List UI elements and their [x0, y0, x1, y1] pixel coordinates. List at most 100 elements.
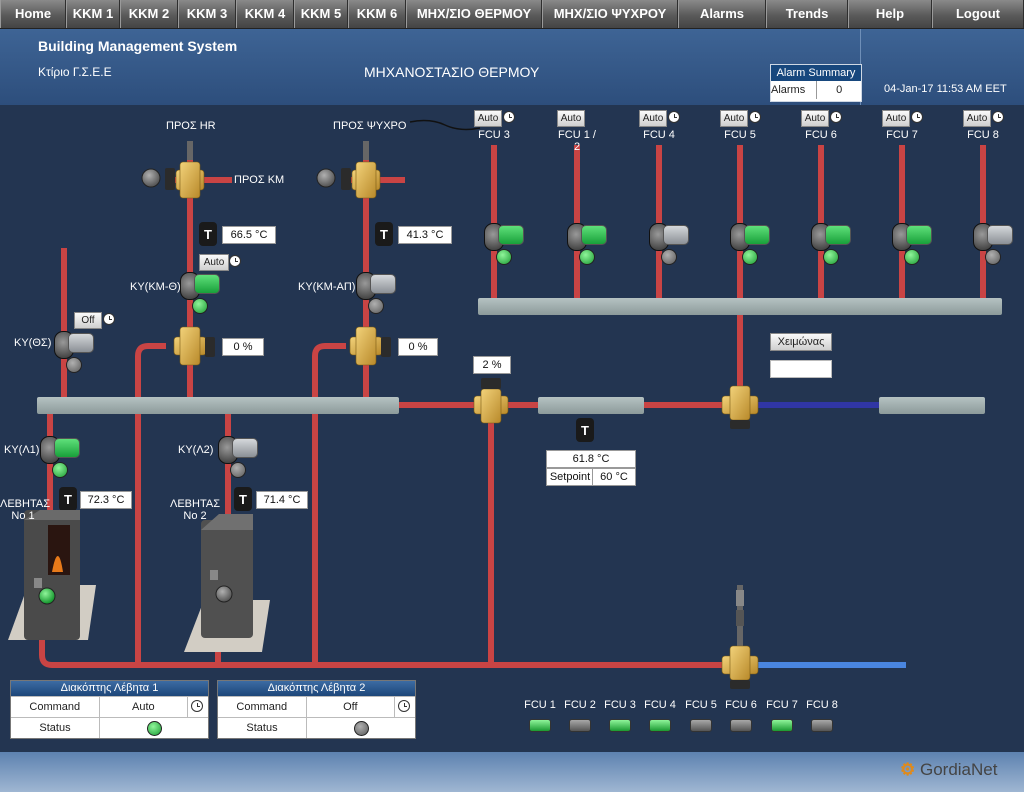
fcu-mode[interactable]: Auto: [963, 110, 991, 127]
svg-text:T: T: [380, 227, 388, 242]
svg-text:T: T: [204, 227, 212, 242]
fcu-status-label: FCU 4: [644, 699, 676, 711]
ky-ths-mode[interactable]: Off: [74, 312, 102, 329]
hydraulic-schematic: T T T T T: [8, 119, 1002, 689]
pump-icon[interactable]: [180, 272, 228, 320]
fcu-label: FCU 5: [724, 129, 756, 141]
command-label: Command: [11, 697, 100, 717]
nav-kkm4[interactable]: KKM 4: [236, 0, 294, 28]
label-ky-l2: ΚΥ(Λ2): [178, 444, 214, 456]
schedule-icon[interactable]: [749, 111, 761, 123]
fcu-label: FCU 3: [478, 129, 510, 141]
alarms-label: Alarms: [771, 81, 818, 99]
label-ky-ths: ΚΥ(ΘΣ): [14, 337, 52, 349]
season-blank-field[interactable]: [770, 360, 832, 378]
boiler2-command[interactable]: Off: [307, 697, 396, 717]
schedule-icon[interactable]: [103, 313, 115, 325]
nav-trends[interactable]: Trends: [766, 0, 848, 28]
pump-icon[interactable]: [356, 272, 404, 320]
status-led-off: [730, 719, 752, 732]
pump-icon[interactable]: [54, 331, 102, 379]
fcu-label: FCU 6: [805, 129, 837, 141]
pump-icon[interactable]: [218, 436, 266, 484]
fcu-status-label: FCU 5: [685, 699, 717, 711]
label-boiler2: ΛΕΒΗΤΑΣ No 2: [169, 498, 220, 522]
svg-text:T: T: [239, 492, 247, 507]
nav-alarms[interactable]: Alarms: [678, 0, 766, 28]
pump-icon[interactable]: [649, 223, 697, 271]
pump-icon[interactable]: [40, 436, 88, 484]
nav-kkm6[interactable]: KKM 6: [348, 0, 406, 28]
nav-kkm3[interactable]: KKM 3: [178, 0, 236, 28]
pump-icon[interactable]: [730, 223, 778, 271]
nav-kkm1[interactable]: KKM 1: [66, 0, 120, 28]
nav-logout[interactable]: Logout: [932, 0, 1024, 28]
alarm-summary[interactable]: Alarm Summary Alarms 0: [770, 64, 862, 102]
schedule-icon[interactable]: [911, 111, 923, 123]
fcu-mode[interactable]: Auto: [882, 110, 910, 127]
pump-icon[interactable]: [484, 223, 532, 271]
schedule-icon[interactable]: [992, 111, 1004, 123]
psyxro-temp-value: 41.3 °C: [398, 226, 452, 244]
app-title: Building Management System: [38, 38, 238, 54]
schedule-icon[interactable]: [229, 255, 241, 267]
boiler1-temp-value: 72.3 °C: [80, 491, 132, 509]
fcu-status-label: FCU 6: [725, 699, 757, 711]
status-led-on: [609, 719, 631, 732]
pump-icon[interactable]: [567, 223, 615, 271]
nav-help[interactable]: Help: [848, 0, 932, 28]
fcu-status-label: FCU 8: [806, 699, 838, 711]
fcu-status-label: FCU 7: [766, 699, 798, 711]
footer: ⚙ GordiaNet: [0, 752, 1024, 792]
valve-psyxro-value: 0 %: [398, 338, 438, 356]
label-ky-km-th: ΚΥ(ΚΜ-Θ): [130, 281, 181, 293]
logo-text: GordiaNet: [919, 760, 998, 779]
schedule-icon[interactable]: [398, 700, 411, 712]
status-led-on: [649, 719, 671, 732]
status-label: Status: [11, 718, 100, 738]
season-mode-button[interactable]: Χειμώνας: [770, 333, 832, 351]
boiler1-switch-panel: Διακόπτης Λέβητα 1 Command Auto Status: [10, 680, 209, 739]
svg-text:T: T: [64, 492, 72, 507]
setpoint-label: Setpoint: [546, 468, 594, 486]
schedule-icon[interactable]: [503, 111, 515, 123]
pump-icon[interactable]: [973, 223, 1021, 271]
panel-title: Διακόπτης Λέβητα 1: [11, 681, 208, 696]
setpoint-value[interactable]: 60 °C: [592, 468, 636, 486]
logo: ⚙ GordiaNet: [900, 760, 997, 780]
fcu-mode[interactable]: Auto: [801, 110, 829, 127]
schedule-icon[interactable]: [191, 700, 204, 712]
label-ky-l1: ΚΥ(Λ1): [4, 444, 40, 456]
fcu-status-label: FCU 3: [604, 699, 636, 711]
fcu-label: FCU 7: [886, 129, 918, 141]
status-led-off: [690, 719, 712, 732]
panel-title: Διακόπτης Λέβητα 2: [218, 681, 415, 696]
label-ky-km-ap: ΚΥ(ΚΜ-ΑΠ): [298, 281, 356, 293]
nav-kkm5[interactable]: KKM 5: [294, 0, 348, 28]
valve-mix-value: 2 %: [473, 356, 511, 374]
status-led-on: [147, 721, 162, 736]
nav-kkm2[interactable]: KKM 2: [120, 0, 178, 28]
status-led-on: [771, 719, 793, 732]
pump-icon[interactable]: [811, 223, 859, 271]
schedule-icon[interactable]: [830, 111, 842, 123]
ky-km-th-mode[interactable]: Auto: [199, 254, 229, 271]
pump-icon[interactable]: [892, 223, 940, 271]
fcu-label: FCU 8: [967, 129, 999, 141]
fcu-mode[interactable]: Auto: [720, 110, 748, 127]
boiler1-command[interactable]: Auto: [100, 697, 189, 717]
status-led-on: [529, 719, 551, 732]
fcu-mode[interactable]: Auto: [639, 110, 667, 127]
nav-chiller-room[interactable]: ΜΗΧ/ΣΙΟ ΨΥΧΡΟΥ: [542, 0, 678, 28]
top-nav: Home KKM 1 KKM 2 KKM 3 KKM 4 KKM 5 KKM 6…: [0, 0, 1024, 29]
fcu-mode[interactable]: Auto: [474, 110, 502, 127]
valve-hr-value: 0 %: [222, 338, 264, 356]
label-pros-psyxro: ΠΡΟΣ ΨΥΧΡΟ: [333, 120, 407, 132]
nav-home[interactable]: Home: [0, 0, 66, 28]
label-pros-km: ΠΡΟΣ ΚΜ: [234, 174, 285, 186]
fcu-label: FCU 1 / 2: [558, 129, 596, 153]
schedule-icon[interactable]: [668, 111, 680, 123]
boiler2-temp-value: 71.4 °C: [256, 491, 308, 509]
nav-boiler-room[interactable]: ΜΗΧ/ΣΙΟ ΘΕΡΜΟΥ: [406, 0, 542, 28]
fcu-mode[interactable]: Auto: [557, 110, 585, 127]
